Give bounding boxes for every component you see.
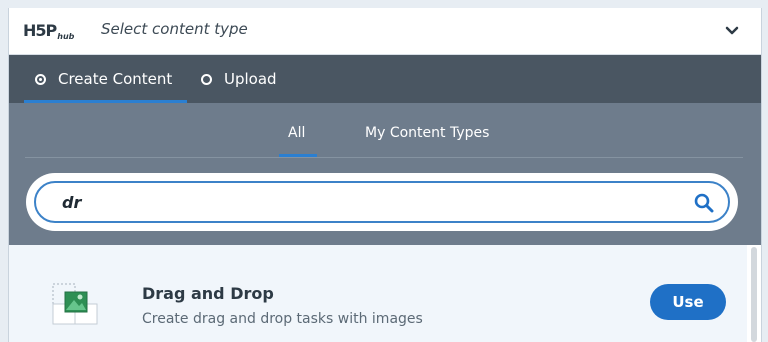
header-title: Select content type	[101, 20, 248, 38]
hub-header[interactable]: H5Phub Select content type	[9, 8, 761, 55]
list-item[interactable]: Drag and Drop Create drag and drop tasks…	[9, 245, 747, 342]
mode-tabs: Create Content Upload	[9, 55, 761, 103]
logo-text: H5P	[23, 21, 57, 40]
content-type-list: Drag and Drop Create drag and drop tasks…	[9, 245, 761, 342]
search-input-value: dr	[62, 193, 82, 212]
drag-and-drop-icon	[52, 283, 98, 325]
tab-upload-label: Upload	[224, 70, 277, 88]
chevron-down-icon[interactable]	[725, 24, 739, 38]
item-description: Create drag and drop tasks with images	[142, 311, 423, 327]
active-tab-indicator	[24, 100, 187, 103]
radio-checked-icon	[35, 73, 46, 85]
h5p-hub-logo: H5Phub	[23, 21, 74, 41]
item-title: Drag and Drop	[142, 284, 274, 303]
filter-tab-my-content-types[interactable]: My Content Types	[365, 125, 489, 141]
scrollbar[interactable]	[747, 245, 761, 342]
search-container: dr	[26, 173, 738, 231]
use-button[interactable]: Use	[650, 284, 726, 320]
search-icon[interactable]	[694, 193, 714, 213]
tab-upload[interactable]: Upload	[201, 55, 277, 103]
scrollbar-thumb[interactable]	[751, 247, 757, 342]
radio-unchecked-icon	[201, 73, 212, 85]
tab-create-content-label: Create Content	[58, 70, 173, 88]
filter-divider	[25, 157, 743, 158]
search-input[interactable]: dr	[34, 181, 730, 223]
filter-tab-all[interactable]: All	[288, 125, 305, 141]
content-type-selector: H5Phub Select content type Create Conten…	[8, 8, 762, 342]
tab-create-content[interactable]: Create Content	[35, 55, 172, 103]
logo-hub-text: hub	[57, 32, 75, 41]
